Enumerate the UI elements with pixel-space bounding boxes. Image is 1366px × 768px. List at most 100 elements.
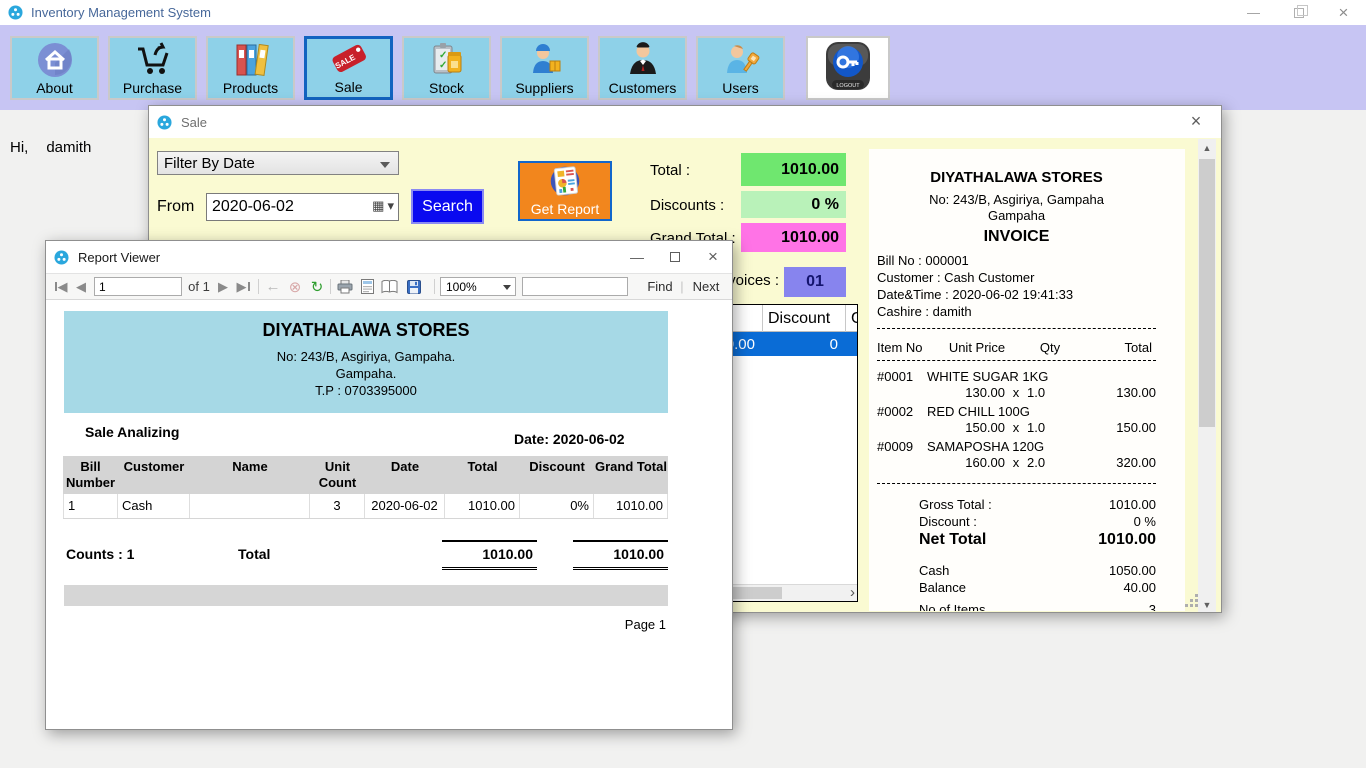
minimize-icon[interactable]: — xyxy=(1231,0,1276,25)
sale-window-icon xyxy=(157,115,172,130)
desktop: Inventory Management System — × About Pu… xyxy=(0,0,1366,768)
find-input[interactable] xyxy=(522,277,628,296)
close-icon[interactable]: × xyxy=(1321,0,1366,25)
calendar-caret-icon: ▾ xyxy=(387,198,394,214)
report-total-label: Total xyxy=(238,546,270,562)
stop-button[interactable]: ⊗ xyxy=(284,274,306,299)
export-button[interactable] xyxy=(400,274,430,299)
filter-dropdown-value: Filter By Date xyxy=(164,155,255,172)
last-page-icon: ▶ xyxy=(237,279,247,295)
filter-dropdown[interactable]: Filter By Date xyxy=(157,151,399,175)
next-button[interactable]: Next xyxy=(686,274,726,299)
back-button[interactable]: ← xyxy=(262,274,284,299)
scrollbar-thumb[interactable] xyxy=(1199,159,1215,427)
discounts-value-box: 0 % xyxy=(741,191,846,218)
toolbar-label-sale: Sale xyxy=(334,79,362,95)
col-date: Date xyxy=(365,456,445,494)
minimize-icon[interactable]: — xyxy=(618,241,656,272)
cell-date: 2020-06-02 xyxy=(365,494,445,518)
sale-vertical-scrollbar[interactable]: ▲ ▼ xyxy=(1198,139,1216,612)
toolbar-button-about[interactable]: About xyxy=(10,36,99,100)
logout-label: LOGOUT xyxy=(836,83,860,89)
toolbar-button-purchase[interactable]: Purchase xyxy=(108,36,197,100)
greeting-name: damith xyxy=(46,139,91,156)
print-button[interactable] xyxy=(334,274,356,299)
report-table-row: 1 Cash 3 2020-06-02 1010.00 0% 1010.00 xyxy=(63,494,668,519)
sale-titlebar[interactable]: Sale × xyxy=(149,106,1221,138)
report-viewer-window: Report Viewer — × ◀ ◀ of 1 ▶ ▶ ← ⊗ ↻ xyxy=(45,240,733,730)
scroll-up-icon[interactable]: ▲ xyxy=(1198,139,1216,156)
sale-close-icon[interactable]: × xyxy=(1179,106,1213,136)
item-times: x xyxy=(1005,385,1027,401)
last-page-bar xyxy=(248,282,250,291)
report-section-title: Sale Analizing xyxy=(85,424,179,440)
col-bill-number: Bill Number xyxy=(63,456,118,494)
from-label: From xyxy=(157,198,194,216)
invoice-datetime: Date&Time : 2020-06-02 19:41:33 xyxy=(877,286,1156,303)
resize-grip[interactable] xyxy=(1185,594,1199,608)
calendar-icon[interactable]: ▦ ▾ xyxy=(372,198,394,214)
toolbar-button-sale[interactable]: SALE Sale xyxy=(304,36,393,100)
balance-label: Balance xyxy=(919,579,966,596)
report-icon xyxy=(544,163,586,201)
report-viewer-titlebar[interactable]: Report Viewer — × xyxy=(46,241,732,273)
toolbar-separator xyxy=(434,279,435,294)
toolbar-button-stock[interactable]: ✓✓ Stock xyxy=(402,36,491,100)
cell-name xyxy=(190,494,310,518)
sale-tag-icon: SALE xyxy=(327,39,371,79)
report-viewer-toolbar: ◀ ◀ of 1 ▶ ▶ ← ⊗ ↻ 100% Find | Next xyxy=(46,273,732,300)
report-header-box: DIYATHALAWA STORES No: 243/B, Asgiriya, … xyxy=(64,311,668,413)
main-window-controls: — × xyxy=(1231,0,1366,25)
maximize-icon[interactable] xyxy=(656,241,694,272)
gross-total-value: 1010.00 xyxy=(1109,496,1156,513)
close-icon[interactable]: × xyxy=(694,241,732,272)
main-window-title: Inventory Management System xyxy=(31,5,211,20)
report-grand-total-value: 1010.00 xyxy=(573,540,668,570)
invoice-col-unitprice: Unit Price xyxy=(927,340,1027,355)
zoom-select[interactable]: 100% xyxy=(440,277,516,296)
print-layout-button[interactable] xyxy=(356,274,378,299)
invoice-item: #0001WHITE SUGAR 1KG 130.00x1.0130.00 xyxy=(877,369,1156,401)
item-total: 150.00 xyxy=(1073,420,1156,436)
no-of-items-value: 3 xyxy=(1149,601,1156,611)
col-discount: Discount xyxy=(520,456,594,494)
toolbar-button-customers[interactable]: Customers xyxy=(598,36,687,100)
invoice-discount-value: 0 % xyxy=(1134,513,1156,530)
get-report-button[interactable]: Get Report xyxy=(518,161,612,221)
toolbar-button-products[interactable]: Products xyxy=(206,36,295,100)
first-page-button[interactable]: ◀ xyxy=(50,274,72,299)
scroll-down-icon[interactable]: ▼ xyxy=(1198,596,1216,612)
invoice-address2: Gampaha xyxy=(877,208,1156,224)
calendar-glyph: ▦ xyxy=(372,198,384,214)
restore-glyph xyxy=(1294,8,1304,18)
toolbar-button-suppliers[interactable]: Suppliers xyxy=(500,36,589,100)
total-label: Total : xyxy=(650,162,690,179)
cell-unit-count: 3 xyxy=(310,494,365,518)
grand-total-value: 1010.00 xyxy=(781,229,839,247)
scroll-right-icon[interactable]: › xyxy=(850,585,855,601)
cell-grand-total: 1010.00 xyxy=(594,494,668,518)
clipboard-icon: ✓✓ xyxy=(427,40,467,80)
find-button[interactable]: Find xyxy=(642,274,678,299)
toolbar-label-products: Products xyxy=(223,80,278,96)
report-phone: T.P : 0703395000 xyxy=(64,382,668,399)
toolbar-button-users[interactable]: Users xyxy=(696,36,785,100)
refresh-button[interactable]: ↻ xyxy=(306,274,328,299)
search-button[interactable]: Search xyxy=(411,189,484,224)
restore-icon[interactable] xyxy=(1276,0,1321,25)
item-price: 150.00 xyxy=(927,420,1005,436)
sale-window-title: Sale xyxy=(181,115,207,130)
report-footer-bar xyxy=(64,585,668,606)
page-number-input[interactable] xyxy=(94,277,182,296)
report-total-value: 1010.00 xyxy=(442,540,537,570)
date-picker[interactable]: 2020-06-02 ▦ ▾ xyxy=(206,193,399,221)
last-page-button[interactable]: ▶ xyxy=(232,274,254,299)
invoice-bill-no: Bill No : 000001 xyxy=(877,252,1156,269)
invoice-discount-label: Discount : xyxy=(919,513,977,530)
previous-page-button[interactable]: ◀ xyxy=(72,274,90,299)
invoice-item: #0009SAMAPOSHA 120G 160.00x2.0320.00 xyxy=(877,439,1156,471)
next-page-button[interactable]: ▶ xyxy=(214,274,232,299)
col-grand-total: Grand Total xyxy=(594,456,668,494)
page-setup-button[interactable] xyxy=(378,274,400,299)
logout-button[interactable]: LOGOUT xyxy=(806,36,890,100)
